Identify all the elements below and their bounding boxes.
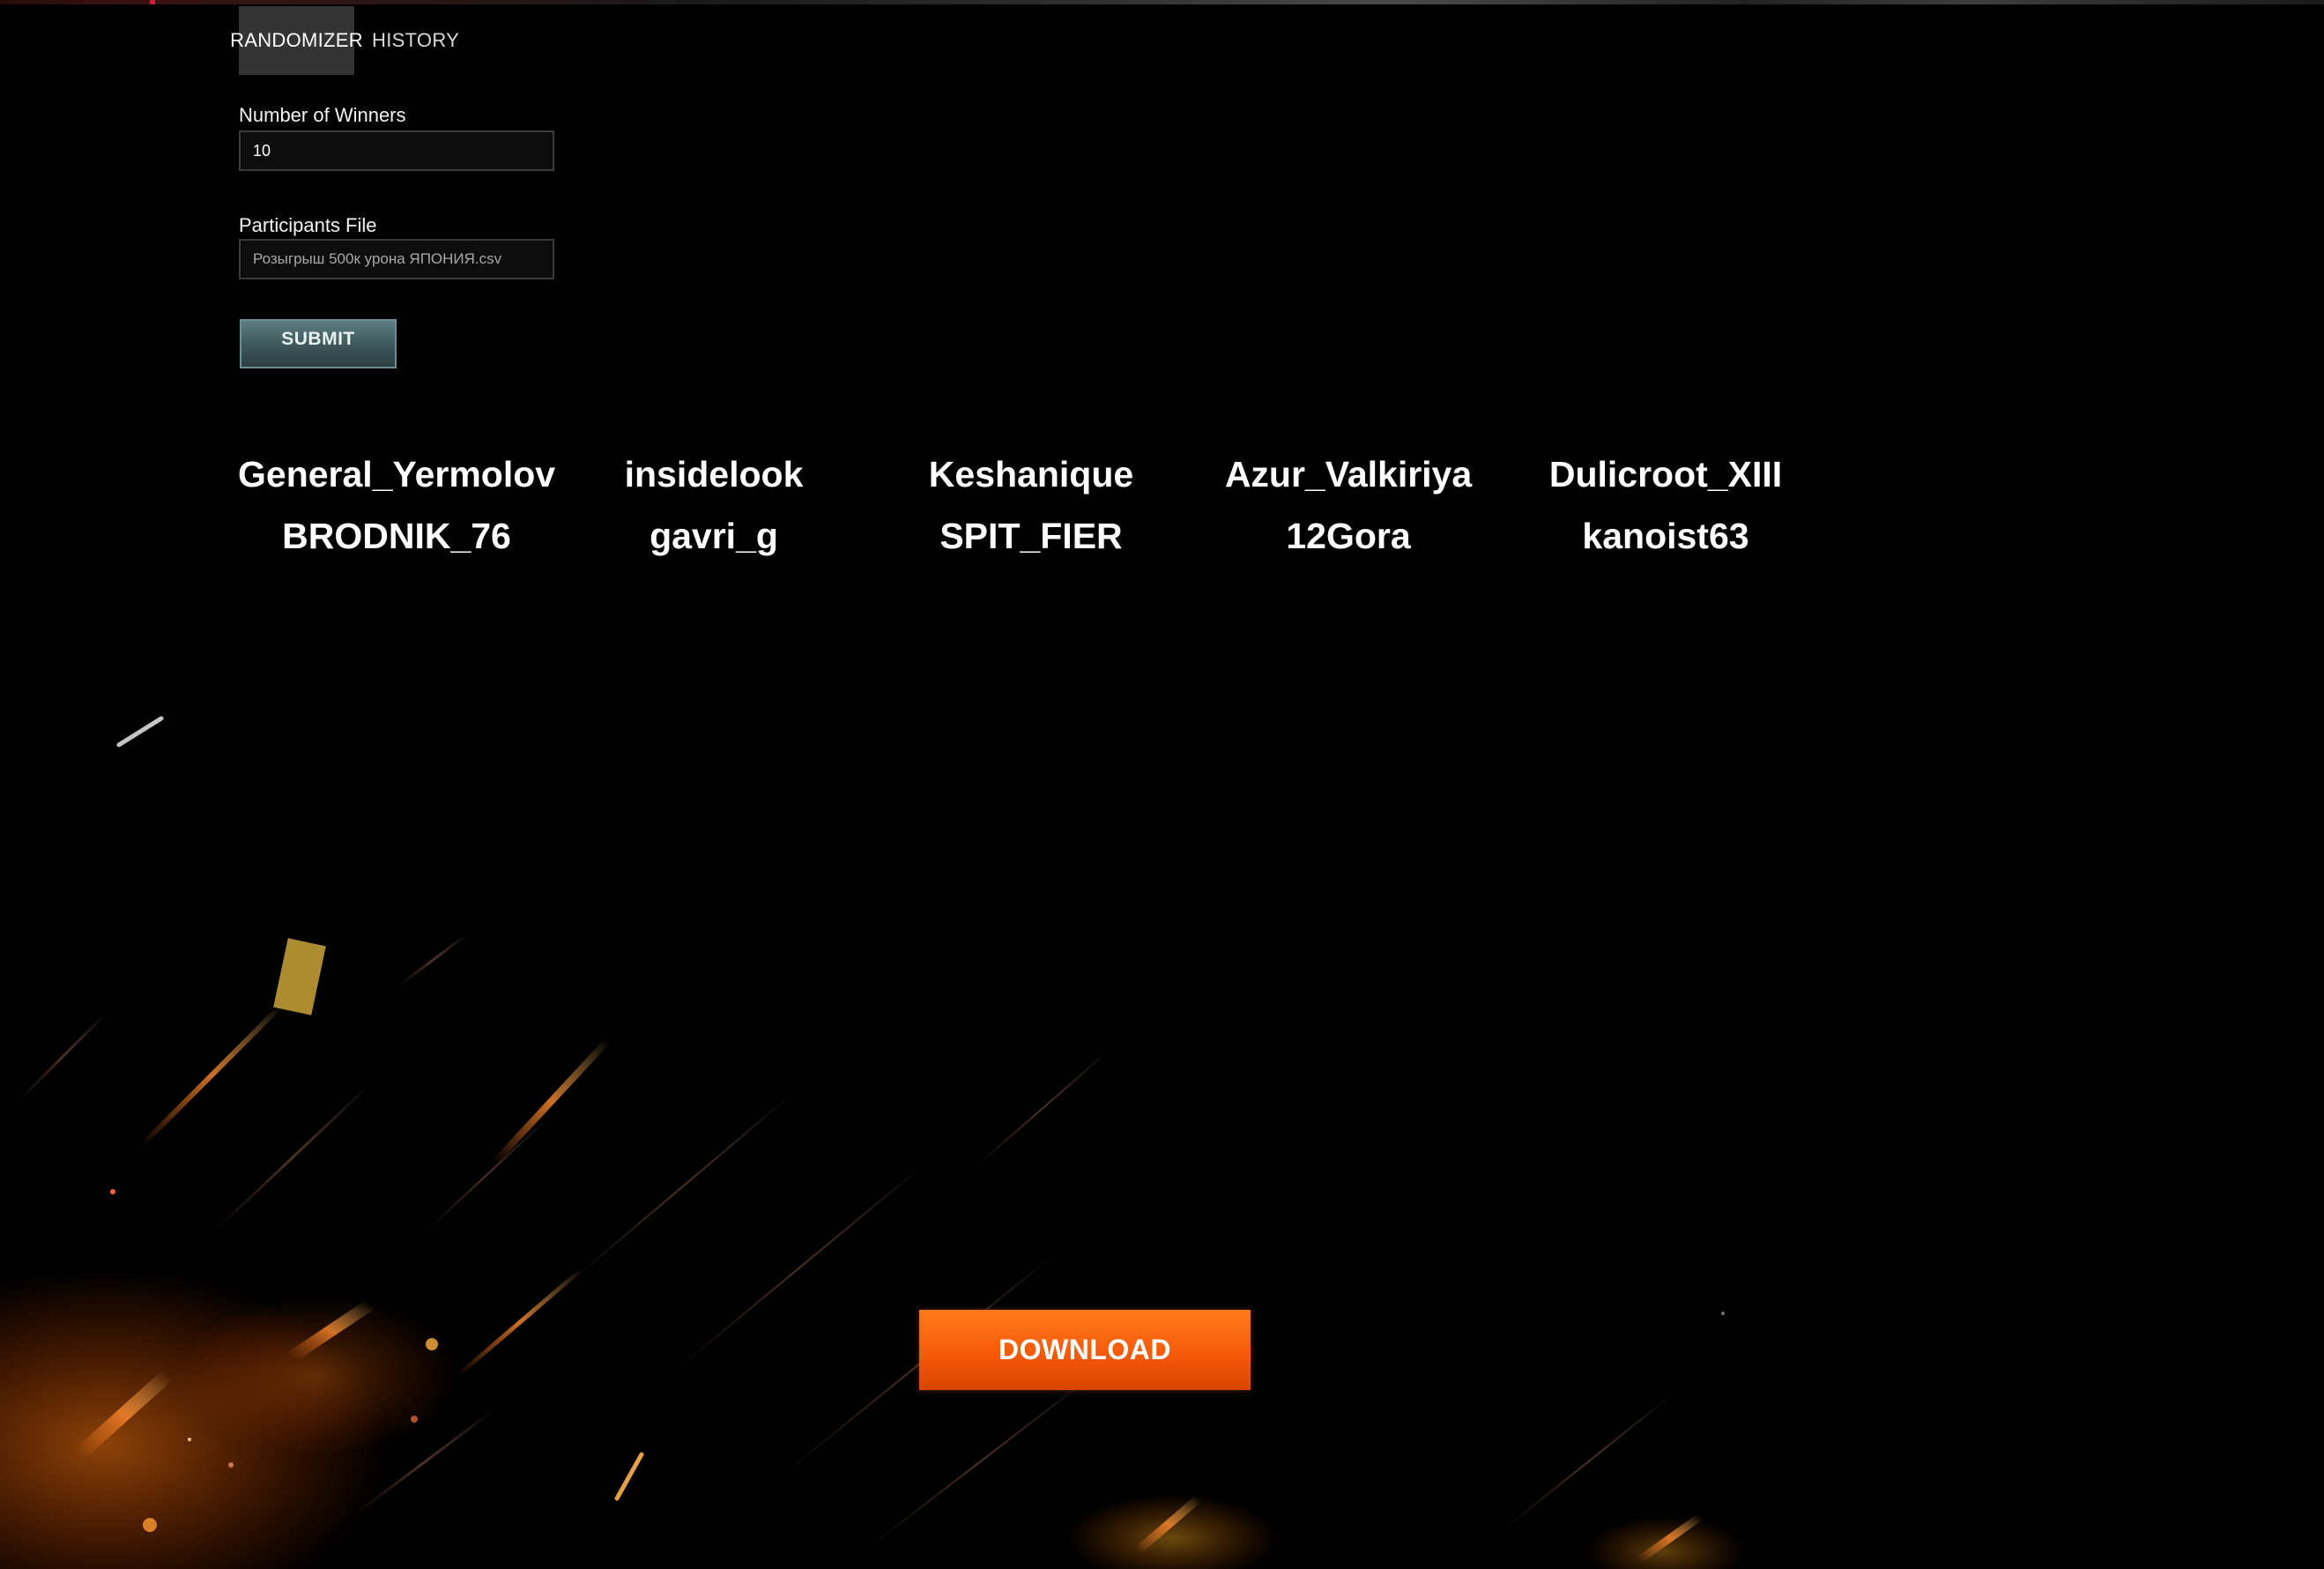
winner-name: 12Gora <box>1286 516 1411 556</box>
winner-name: BRODNIK_76 <box>282 516 511 556</box>
participants-file-input[interactable]: Розыгрыш 500к урона ЯПОНИЯ.csv <box>239 239 554 279</box>
participants-file-name: Розыгрыш 500к урона ЯПОНИЯ.csv <box>253 250 502 267</box>
winners-list: General_Yermolov insidelook Keshanique A… <box>238 443 1824 567</box>
winners-count-input[interactable] <box>239 130 554 171</box>
winner-name: General_Yermolov <box>238 454 556 494</box>
red-accent-mark <box>150 0 155 4</box>
winner-name: gavri_g <box>650 516 778 556</box>
download-button[interactable]: DOWNLOAD <box>919 1310 1251 1390</box>
winner-name: Dulicroot_XIII <box>1548 454 1783 494</box>
winner-name: kanoist63 <box>1582 516 1749 556</box>
randomizer-page: RANDOMIZER HISTORY Number of Winners Par… <box>0 0 2324 1569</box>
winners-count-label: Number of Winners <box>239 104 406 126</box>
tab-randomizer[interactable]: RANDOMIZER <box>230 6 363 75</box>
tab-history[interactable]: HISTORY <box>354 6 459 75</box>
participants-file-label: Participants File <box>239 214 377 236</box>
winner-name: Keshanique <box>928 454 1134 494</box>
tab-bar: RANDOMIZER HISTORY <box>230 6 459 75</box>
submit-button[interactable]: SUBMIT <box>240 319 397 368</box>
winner-name: insidelook <box>624 454 804 494</box>
winner-name: Azur_Valkiriya <box>1224 454 1473 494</box>
top-border-strip <box>0 0 2324 4</box>
winner-name: SPIT_FIER <box>939 516 1123 556</box>
